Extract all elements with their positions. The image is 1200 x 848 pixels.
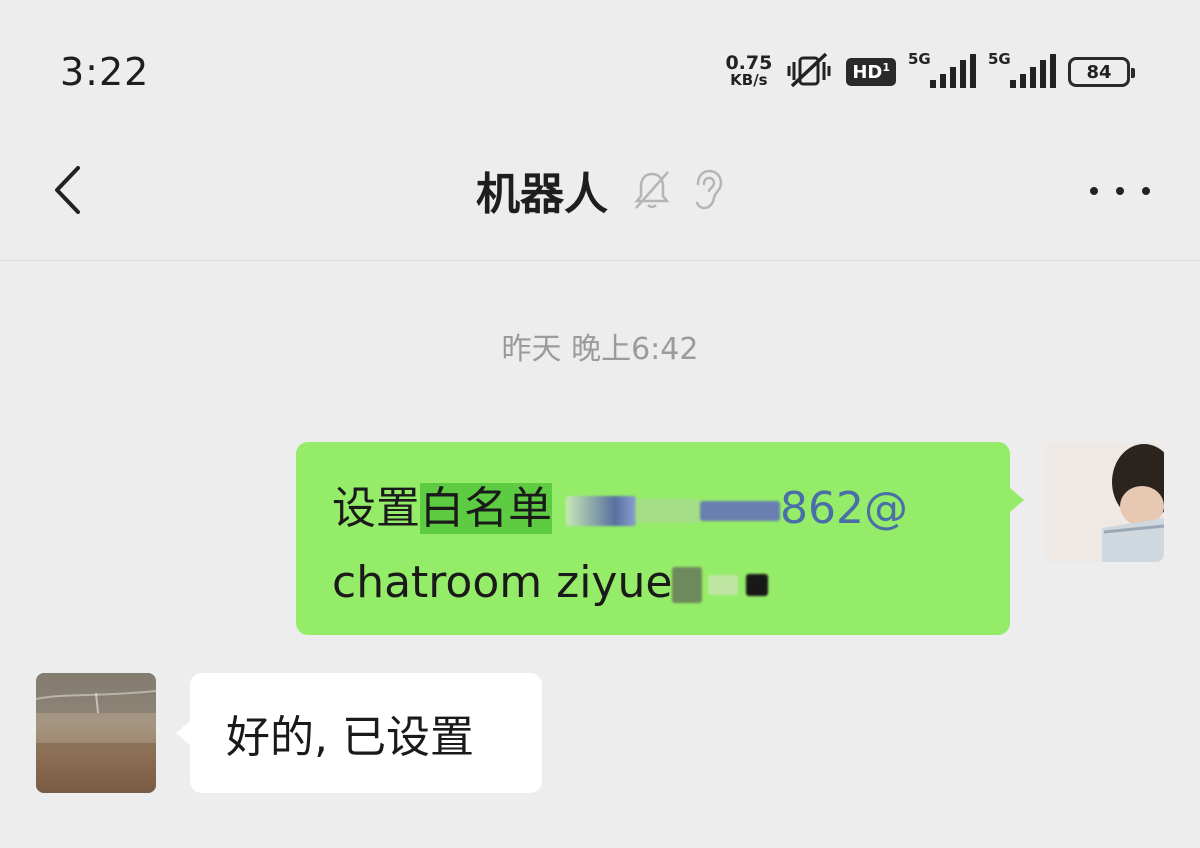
- chat-title-group: 机器人: [0, 158, 1200, 222]
- battery-icon: 84: [1068, 57, 1135, 87]
- received-message-text: 好的, 已设置: [226, 712, 474, 763]
- sent-message-bubble[interactable]: 设置白名单 862@ chatroom ziyue: [296, 442, 1024, 635]
- network-speed-unit: KB/s: [730, 71, 768, 89]
- redacted-block: [746, 574, 769, 596]
- redacted-block: [708, 575, 739, 595]
- selected-text-highlight: 白名单: [420, 483, 552, 534]
- status-icons: 0.75 KB/s HD1 5G 5G 84: [725, 50, 1135, 94]
- bell-slash-icon: [634, 171, 670, 209]
- battery-level: 84: [1086, 61, 1112, 83]
- more-dot: [1090, 187, 1098, 195]
- network-speed: 0.75 KB/s: [725, 52, 773, 89]
- self-avatar-image: [1044, 442, 1164, 562]
- signal-sim2-icon: 5G: [988, 50, 1056, 90]
- network-speed-value: 0.75: [725, 52, 773, 74]
- status-time: 3:22: [60, 50, 150, 94]
- redacted-block: [566, 496, 636, 526]
- signal-sim1-icon: 5G: [908, 50, 976, 90]
- redacted-block: [672, 567, 703, 603]
- chatroom-id-link[interactable]: 862@: [780, 483, 908, 534]
- contact-avatar-image: [36, 673, 156, 793]
- more-dot: [1142, 187, 1150, 195]
- message-timestamp: 昨天 晚上6:42: [501, 332, 699, 367]
- self-avatar[interactable]: [1044, 442, 1164, 562]
- more-button[interactable]: [1090, 176, 1150, 206]
- chat-title: 机器人: [476, 169, 608, 220]
- redacted-block: [700, 501, 780, 521]
- status-bar: 3:22 0.75 KB/s HD1 5G 5G 84: [0, 0, 1200, 140]
- more-dot: [1116, 187, 1124, 195]
- received-message-bubble[interactable]: 好的, 已设置: [176, 673, 542, 793]
- vibrate-off-icon: [784, 50, 834, 94]
- sent-message-text: 设置白名单 862@ chatroom ziyue: [332, 483, 908, 608]
- chat-header: 机器人: [0, 140, 1200, 261]
- ear-icon: [695, 169, 723, 210]
- hd-voice-badge: HD1: [846, 58, 896, 86]
- redacted-block: [636, 499, 700, 523]
- contact-avatar[interactable]: [36, 673, 156, 793]
